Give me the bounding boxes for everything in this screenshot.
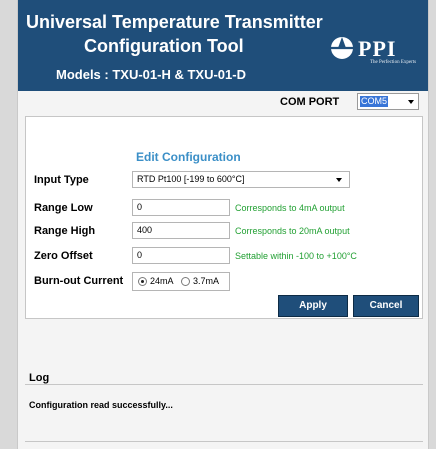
burnout-current-radio-group: 24mA 3.7mA [132, 272, 230, 291]
edit-configuration-title: Edit Configuration [136, 150, 241, 164]
ppi-logo-text: PPI [358, 36, 397, 61]
range-high-label: Range High [34, 225, 96, 237]
app-window: Universal Temperature Transmitter Config… [17, 0, 429, 449]
app-title-line2: Configuration Tool [84, 36, 244, 56]
burnout-current-label: Burn-out Current [34, 275, 124, 287]
burnout-3-7ma-label[interactable]: 3.7mA [193, 276, 219, 286]
com-port-select[interactable]: COM5 [357, 93, 419, 110]
range-high-hint: Corresponds to 20mA output [235, 226, 350, 236]
range-low-input[interactable]: 0 [132, 199, 230, 216]
input-type-value: RTD Pt100 [-199 to 600°C] [137, 174, 245, 184]
log-message: Configuration read successfully... [29, 400, 173, 410]
zero-offset-input[interactable]: 0 [132, 247, 230, 264]
range-low-hint: Corresponds to 4mA output [235, 203, 345, 213]
com-port-value: COM5 [360, 96, 389, 107]
burnout-3-7ma-radio[interactable] [181, 277, 190, 286]
cancel-button[interactable]: Cancel [353, 295, 419, 317]
edit-configuration-panel: Edit Configuration Input Type RTD Pt100 … [25, 116, 423, 319]
ppi-logo-icon [331, 37, 353, 59]
zero-offset-hint: Settable within -100 to +100°C [235, 251, 357, 261]
chevron-down-icon[interactable] [336, 178, 342, 182]
burnout-24ma-radio[interactable] [138, 277, 147, 286]
com-port-row: COM PORT COM5 [18, 91, 428, 113]
models-label: Models : TXU-01-H & TXU-01-D [56, 67, 246, 82]
apply-button[interactable]: Apply [278, 295, 348, 317]
com-port-label: COM PORT [280, 96, 340, 108]
zero-offset-label: Zero Offset [34, 250, 93, 262]
log-output [25, 385, 423, 442]
app-title-line1: Universal Temperature Transmitter [26, 12, 323, 32]
range-low-label: Range Low [34, 202, 93, 214]
log-title: Log [29, 372, 50, 384]
burnout-24ma-label[interactable]: 24mA [150, 276, 174, 286]
ppi-logo-tagline: The Perfection Experts [370, 60, 417, 65]
log-section: Log Configuration read successfully... [25, 372, 423, 443]
app-header: Universal Temperature Transmitter Config… [18, 0, 428, 91]
range-high-input[interactable]: 400 [132, 222, 230, 239]
input-type-dropdown[interactable]: RTD Pt100 [-199 to 600°C] [132, 171, 350, 188]
chevron-down-icon[interactable] [408, 100, 414, 104]
input-type-label: Input Type [34, 174, 89, 186]
